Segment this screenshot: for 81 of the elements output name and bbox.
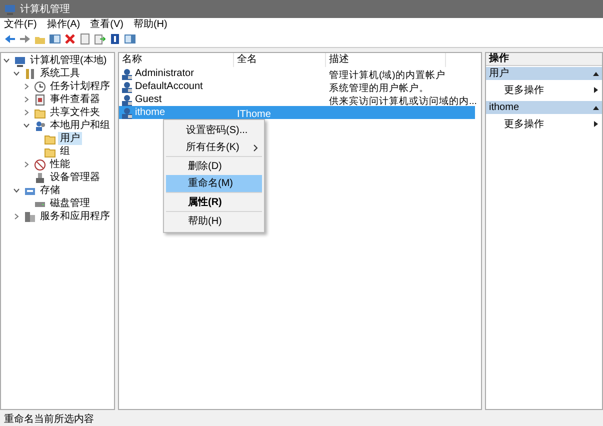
collapse-caret-icon[interactable]: [23, 122, 30, 129]
export-icon[interactable]: [94, 33, 106, 45]
tree-item[interactable]: 用户: [58, 132, 82, 145]
user-icon: [121, 68, 133, 80]
tree-node-icon: [34, 120, 46, 132]
user-icon: [121, 106, 133, 118]
column-header[interactable]: 全名: [234, 53, 326, 67]
menu-option[interactable]: 删除(D): [166, 158, 262, 175]
tree-item[interactable]: 事件查看器: [48, 93, 102, 106]
user-icon: [121, 94, 133, 106]
tree-item[interactable]: 存储: [38, 184, 62, 197]
user-name: DefaultAccount: [135, 80, 203, 93]
menu-item[interactable]: 帮助(H): [133, 18, 168, 31]
tree-node-icon: [24, 68, 36, 80]
menu-option[interactable]: 属性(R): [166, 194, 262, 211]
expand-caret-icon[interactable]: [13, 213, 20, 220]
collapse-caret-icon[interactable]: [3, 57, 10, 64]
tree-item[interactable]: 组: [58, 145, 72, 158]
description: 系统管理的用户帐户。: [329, 82, 429, 94]
expand-caret-icon[interactable]: [23, 161, 30, 168]
list-row[interactable]: DefaultAccount 系统管理的用户帐户。: [119, 80, 475, 93]
pane-icon[interactable]: [124, 33, 136, 45]
user-name: Administrator: [135, 67, 194, 80]
description: 管理计算机(域)的内置帐户: [329, 70, 446, 80]
collapse-icon: [593, 72, 599, 76]
actions-title: 操作: [486, 53, 602, 66]
action-link[interactable]: 更多操作: [486, 80, 602, 100]
description: 供来宾访问计算机或访问域的内...: [329, 96, 477, 106]
tree-item[interactable]: 任务计划程序: [48, 80, 112, 93]
status-text: 重命名当前所选内容: [4, 413, 94, 426]
tree-item[interactable]: 服务和应用程序: [38, 210, 112, 223]
menu-item[interactable]: 查看(V): [90, 18, 124, 31]
menu-option[interactable]: 重命名(M): [166, 175, 262, 192]
help-icon[interactable]: [109, 33, 121, 45]
tree-node-icon: [34, 94, 46, 106]
more-arrow-icon: [594, 87, 598, 93]
tree-item[interactable]: 系统工具: [38, 67, 82, 80]
tree-node-icon: [34, 172, 46, 184]
collapse-caret-icon[interactable]: [13, 70, 20, 77]
folder-icon: [34, 106, 46, 118]
expand-caret-icon[interactable]: [23, 83, 30, 90]
collapse-icon: [593, 106, 599, 110]
tree-node-icon: [14, 54, 26, 66]
more-arrow-icon: [594, 121, 598, 127]
full-name: IThome: [237, 108, 271, 120]
forward-icon[interactable]: [19, 33, 31, 45]
app-icon: [4, 3, 16, 15]
window-title: 计算机管理: [20, 2, 70, 16]
user-icon: [121, 80, 133, 92]
tree-item[interactable]: 本地用户和组: [48, 119, 112, 132]
action-link[interactable]: 更多操作: [486, 114, 602, 134]
properties-icon[interactable]: [79, 33, 91, 45]
menu-option[interactable]: 设置密码(S)...: [164, 122, 264, 139]
tree-item[interactable]: 共享文件夹: [48, 106, 102, 119]
close-icon[interactable]: [64, 33, 76, 45]
menu-option[interactable]: 帮助(H): [166, 213, 262, 230]
console-tree-icon[interactable]: [49, 33, 61, 45]
menu-item[interactable]: 文件(F): [4, 18, 37, 31]
tree-item[interactable]: 设备管理器: [48, 171, 102, 184]
expand-caret-icon[interactable]: [23, 96, 30, 103]
column-header[interactable]: 名称: [119, 53, 234, 67]
folder-icon: [44, 146, 56, 158]
action-section-header[interactable]: 用户: [486, 67, 602, 80]
tree-node-icon: [34, 158, 46, 170]
folder-icon: [44, 132, 56, 144]
tree-item[interactable]: 性能: [48, 158, 72, 171]
menu-item[interactable]: 操作(A): [46, 18, 80, 31]
list-row[interactable]: Guest 供来宾访问计算机或访问域的内...: [119, 93, 475, 106]
tree-item[interactable]: 计算机管理(本地): [28, 54, 109, 67]
list-row[interactable]: Administrator 管理计算机(域)的内置帐户: [119, 67, 475, 80]
menu-option[interactable]: 所有任务(K): [164, 139, 264, 156]
column-header[interactable]: 描述: [326, 53, 446, 67]
tree-node-icon: [24, 210, 36, 222]
action-section-header[interactable]: ithome: [486, 101, 602, 114]
tree-node-icon: [34, 80, 46, 92]
back-icon[interactable]: [4, 33, 16, 45]
tree-item[interactable]: 磁盘管理: [48, 197, 92, 210]
expand-caret-icon[interactable]: [23, 109, 30, 116]
user-name: Guest: [135, 93, 162, 106]
collapse-caret-icon[interactable]: [13, 187, 20, 194]
user-name: ithome: [135, 106, 166, 119]
